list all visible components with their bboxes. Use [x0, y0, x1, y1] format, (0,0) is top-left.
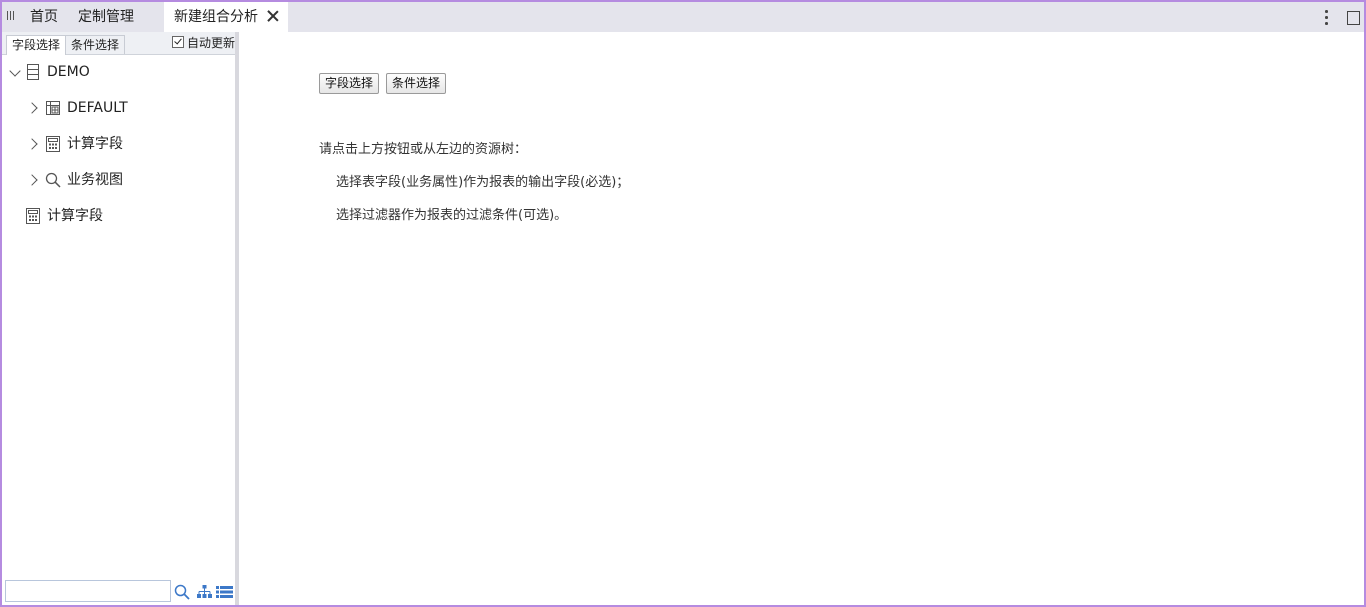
grip-icon[interactable]: [6, 11, 16, 23]
tab-new-combination-analysis-label: 新建组合分析: [174, 9, 258, 25]
calculator-icon: [46, 136, 60, 152]
tree-node-demo-label: DEMO: [47, 64, 90, 80]
tree-node-business-view[interactable]: 业务视图: [26, 170, 228, 190]
hint-title: 请点击上方按钮或从左边的资源树：: [319, 142, 528, 157]
chevron-down-icon[interactable]: [9, 65, 21, 77]
checkbox-checked-icon[interactable]: [172, 36, 184, 48]
database-icon: [27, 64, 39, 80]
tab-bar: 首页 定制管理 新建组合分析: [2, 2, 1364, 32]
chevron-right-icon[interactable]: [26, 174, 38, 186]
tree-node-calculated-fields-root[interactable]: 计算字段: [8, 206, 208, 226]
search-icon[interactable]: [174, 584, 190, 600]
hierarchy-icon[interactable]: [197, 585, 212, 599]
list-icon[interactable]: [216, 586, 233, 598]
tree-search-input[interactable]: [5, 580, 171, 602]
resource-panel: 字段选择 条件选择 自动更新 DEMO DEFAULT 计算字段 业务视图 计算…: [2, 32, 235, 605]
tree-node-business-view-label: 业务视图: [67, 172, 123, 188]
hint-line-filter-conditions: 选择过滤器作为报表的过滤条件(可选)。: [336, 208, 568, 223]
tab-condition-select[interactable]: 条件选择: [65, 35, 126, 54]
tree-node-calculated-fields[interactable]: 计算字段: [26, 134, 228, 154]
calculator-icon: [26, 208, 40, 224]
maximize-icon[interactable]: [1347, 11, 1360, 25]
panel-tabs: 字段选择 条件选择 自动更新: [2, 32, 235, 55]
tab-field-select[interactable]: 字段选择: [6, 35, 67, 55]
auto-update-label: 自动更新: [187, 36, 236, 50]
tree-node-calculated-fields-root-label: 计算字段: [47, 208, 103, 224]
search-icon: [45, 172, 61, 188]
auto-update-checkbox[interactable]: 自动更新: [172, 35, 235, 51]
close-icon[interactable]: [266, 9, 280, 23]
chevron-right-icon[interactable]: [26, 102, 38, 114]
condition-select-button[interactable]: 条件选择: [386, 73, 447, 94]
tab-home[interactable]: 首页: [30, 2, 58, 32]
more-vertical-icon[interactable]: [1324, 10, 1328, 26]
table-grid-icon: [46, 101, 60, 115]
tab-custom-management[interactable]: 定制管理: [78, 2, 134, 32]
tree-node-default-label: DEFAULT: [67, 100, 128, 116]
chevron-right-icon[interactable]: [26, 138, 38, 150]
tree-node-demo[interactable]: DEMO: [8, 62, 208, 82]
panel-splitter[interactable]: [235, 32, 239, 605]
tree-node-calculated-fields-label: 计算字段: [67, 136, 123, 152]
tree-node-default[interactable]: DEFAULT: [26, 98, 228, 118]
tab-new-combination-analysis[interactable]: 新建组合分析: [164, 2, 288, 32]
hint-line-output-fields: 选择表字段(业务属性)作为报表的输出字段(必选)；: [336, 175, 630, 190]
field-select-button[interactable]: 字段选择: [319, 73, 380, 94]
